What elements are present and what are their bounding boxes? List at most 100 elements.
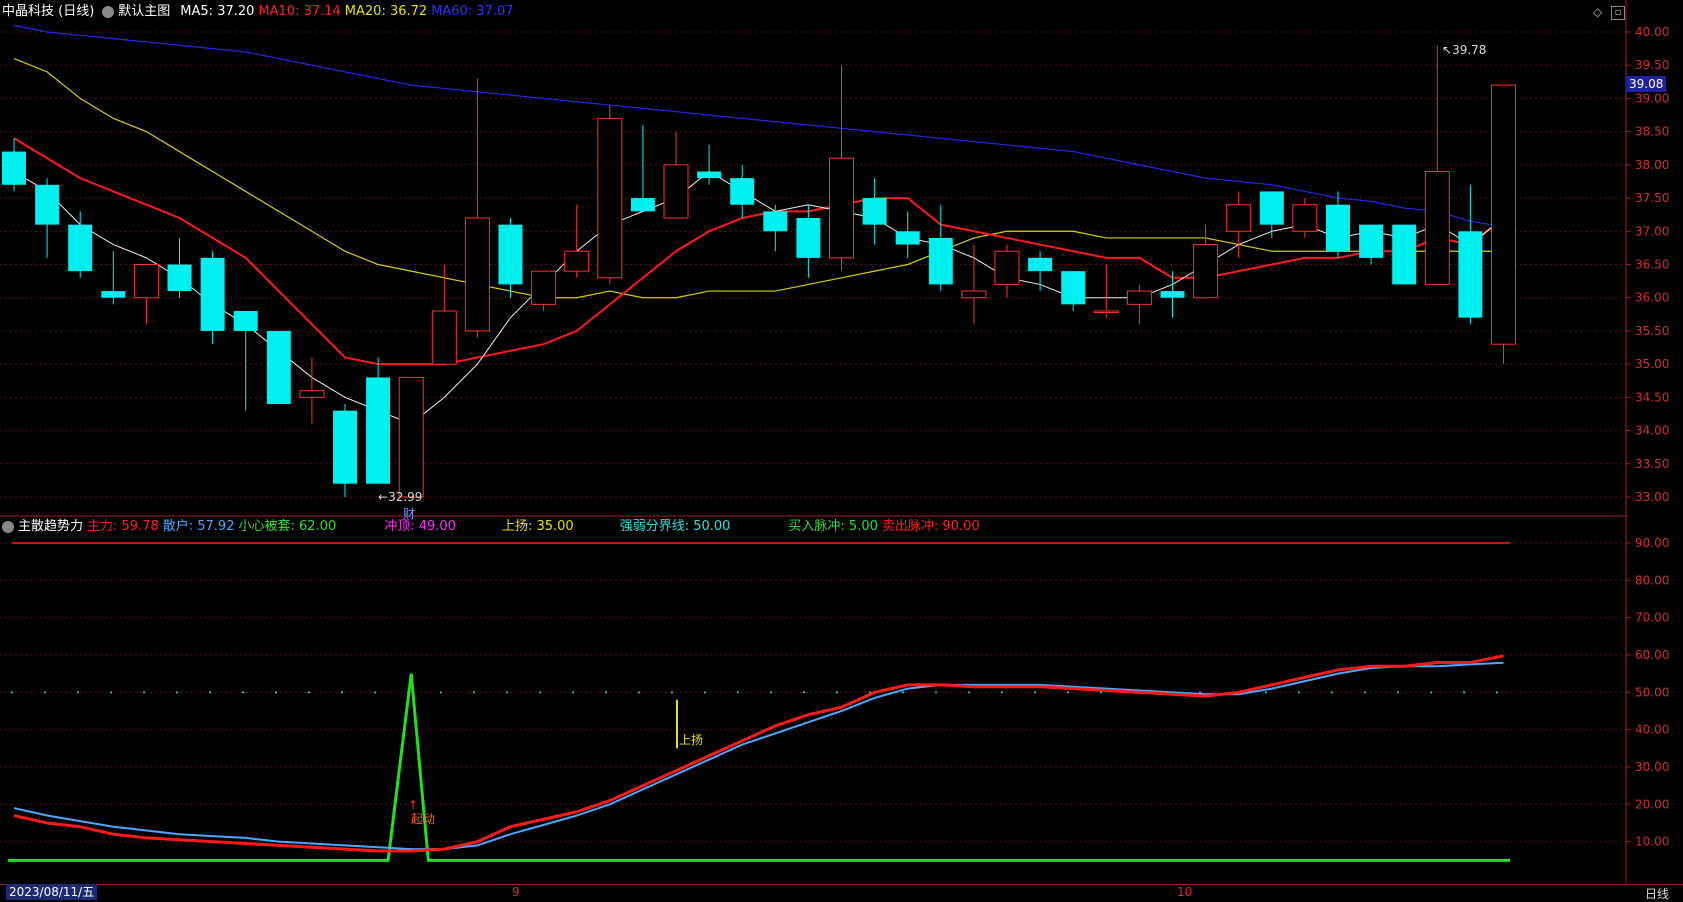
rise-signal-label: 上扬 (679, 733, 704, 747)
threshold-dot (1496, 691, 1498, 694)
threshold-dot (473, 691, 475, 694)
gear-icon[interactable] (2, 521, 14, 533)
gear-icon[interactable] (102, 6, 115, 18)
window-toggle-icon[interactable]: ▫ (1611, 6, 1625, 20)
candle-body-down (266, 330, 291, 404)
candle-body-down (200, 257, 225, 331)
indicator-item: 上扬: 35.00 (501, 519, 574, 534)
candle-body-up (1292, 204, 1318, 232)
indicator-item: 卖出脉冲: 90.00 (881, 519, 980, 534)
candle-body-down (366, 377, 391, 484)
indicator-tick-label: 20.00 (1635, 797, 1669, 811)
main-force-line (13, 654, 1504, 853)
price-tick-label: 36.00 (1635, 291, 1669, 305)
threshold-dot (803, 691, 805, 694)
indicator-tick-label: 40.00 (1635, 723, 1669, 737)
threshold-dot (440, 691, 442, 694)
indicator-tick-label: 80.00 (1635, 573, 1669, 587)
price-tick-label: 40.00 (1635, 25, 1669, 39)
candle-body-up (1491, 84, 1516, 345)
threshold-dot (77, 691, 79, 694)
current-price-flag: 39.08 (1626, 76, 1667, 92)
threshold-dot (341, 691, 343, 694)
max-price-label: ↖39.78 (1442, 43, 1487, 57)
threshold-dot (968, 691, 970, 694)
threshold-dot (242, 691, 244, 694)
candle-body-up (1126, 290, 1152, 305)
indicator-title[interactable]: 主散趋势力 (18, 517, 83, 537)
candle-body-down (68, 224, 93, 272)
price-tick-label: 33.50 (1635, 457, 1669, 471)
threshold-dot (671, 691, 673, 694)
indicator-tick-label: 30.00 (1635, 760, 1669, 774)
candle-body-down (697, 171, 722, 179)
candle-body-down (333, 410, 357, 484)
threshold-dot (374, 691, 376, 694)
candle-body-down (895, 231, 920, 245)
diamond-icon[interactable]: ◇ (1593, 5, 1602, 19)
period-label[interactable]: 日线 (1645, 885, 1669, 902)
threshold-dot (605, 691, 607, 694)
candle-body-up (1093, 310, 1119, 313)
threshold-dot (704, 691, 706, 694)
threshold-dot (11, 691, 13, 694)
indicator-item: 主力: 59.78 (87, 519, 159, 534)
price-tick-label: 35.00 (1635, 357, 1669, 371)
cursor-date: 2023/08/11/五 (6, 884, 98, 900)
max-price-value: 39.78 (1452, 43, 1487, 57)
candle-body-down (233, 311, 258, 331)
candle-body-up (597, 117, 623, 279)
candle-body-down (730, 178, 755, 205)
indicator-tick-label: 90.00 (1635, 536, 1669, 550)
threshold-dot (308, 691, 310, 694)
candle-body-down (763, 211, 788, 232)
candle-body-up (133, 264, 159, 299)
threshold-dot (110, 691, 112, 694)
candle-body-down (35, 184, 60, 225)
price-tick-label: 39.00 (1635, 91, 1669, 105)
candle-body-up (994, 250, 1020, 285)
indicator-item: 强弱分界线: 50.00 (619, 519, 731, 534)
threshold-dot (1034, 691, 1036, 694)
retail-line (13, 661, 1504, 851)
indicator-header: 主散趋势力 主力: 59.78 散户: 57.92 小心被套: 62.00 冲顶… (2, 517, 984, 537)
candle-body-up (431, 310, 457, 365)
candle-body-up (1193, 244, 1219, 299)
candle-body-down (1028, 257, 1053, 272)
threshold-dot (935, 691, 937, 694)
candle-body-up (299, 390, 325, 398)
stock-title[interactable]: 中晶科技 (日线) (2, 2, 94, 22)
threshold-dot (506, 691, 508, 694)
template-name[interactable]: 默认主图 (118, 2, 170, 22)
price-tick-label: 33.00 (1635, 490, 1669, 504)
candle-body-down (1259, 191, 1284, 225)
candle-body-down (1458, 231, 1483, 318)
price-tick-label: 34.00 (1635, 424, 1669, 438)
candle-body-up (829, 157, 854, 259)
candle-body-down (630, 198, 655, 212)
threshold-dot (44, 691, 46, 694)
indicator-item: 冲顶: 49.00 (384, 519, 456, 534)
candle-body-up (1424, 171, 1450, 285)
candle-body-down (167, 264, 192, 292)
chart-canvas[interactable]: 40.00 39.50 39.00 38.50 38.00 37.50 37.00 36.50… (0, 0, 1683, 901)
price-tick-label: 37.00 (1635, 224, 1669, 238)
price-tick-label: 34.50 (1635, 390, 1669, 404)
candle-body-up (464, 217, 490, 332)
financial-report-marker[interactable]: 财 (403, 505, 415, 522)
main-chart-header: 中晶科技 (日线) 默认主图 MA5: 37.20 MA10: 37.14 MA… (2, 2, 518, 22)
indicator-tick-label: 70.00 (1635, 611, 1669, 625)
candle-body-down (1326, 204, 1350, 252)
indicator-tick-label: 60.00 (1635, 648, 1669, 662)
threshold-dot (1430, 691, 1432, 694)
ma60-value: MA60: 37.07 (431, 4, 514, 19)
threshold-dot (737, 691, 739, 694)
threshold-dot (638, 691, 640, 694)
price-tick-label: 38.50 (1635, 125, 1669, 139)
candle-body-down (498, 224, 523, 285)
candle-body-down (1359, 224, 1384, 258)
threshold-dot (1364, 691, 1366, 694)
month-marker: 10 (1177, 885, 1193, 899)
price-tick-label: 38.00 (1635, 158, 1669, 172)
min-price-label: ←32.99 (378, 490, 423, 504)
